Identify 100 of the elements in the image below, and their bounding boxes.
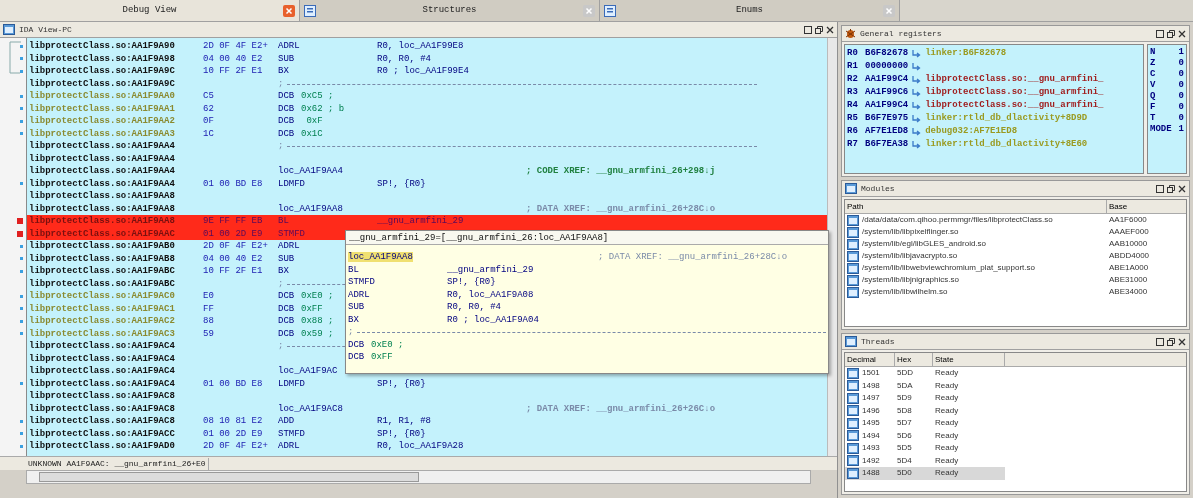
flag-name: T: [1150, 113, 1156, 124]
close-icon[interactable]: [1178, 184, 1186, 193]
mnemonic-text: ADRL: [278, 41, 300, 51]
vertical-scrollbar[interactable]: [827, 38, 837, 456]
mnemonic-text: STMFD: [348, 277, 375, 287]
address-text: libprotectClass.so:AA1F9AA4: [29, 153, 175, 164]
operand-text: 0x88 ;: [301, 315, 334, 328]
close-icon[interactable]: [826, 25, 834, 34]
thread-decimal: 1497: [862, 392, 880, 405]
tab[interactable]: Debug View: [0, 0, 300, 21]
jump-arrow-icon[interactable]: [912, 88, 922, 97]
address-text: libprotectClass.so:AA1F9ABC: [29, 266, 175, 276]
thread-row[interactable]: 1494 5D6 Ready: [845, 429, 1005, 442]
panel-title: Threads: [861, 335, 896, 348]
flag-name: Z: [1150, 58, 1156, 69]
address-text: libprotectClass.so:AA1F9AA8: [29, 216, 175, 226]
mnemonic-text: LDMFD: [278, 378, 305, 389]
register-value[interactable]: 00000000: [865, 59, 909, 74]
jump-arrow-icon[interactable]: [912, 49, 922, 58]
maximize-icon[interactable]: [1156, 29, 1164, 38]
restore-icon[interactable]: [1167, 184, 1175, 193]
tab[interactable]: Structures: [300, 0, 600, 21]
mnemonic-text: DCB: [278, 328, 295, 339]
thread-icon: [847, 442, 859, 454]
register-name: R6: [847, 124, 859, 138]
module-path[interactable]: /system/lib/libpixelflinger.so: [862, 226, 959, 238]
close-icon[interactable]: [1178, 29, 1186, 38]
mnemonic-text: BX: [278, 66, 289, 76]
breakpoint-marker[interactable]: [17, 218, 23, 225]
jump-arrow-icon[interactable]: [912, 75, 922, 84]
flag-name: MODE: [1150, 124, 1172, 135]
register-value[interactable]: AA1F99C6: [865, 85, 909, 100]
register-value[interactable]: AF7E1ED8: [865, 124, 909, 139]
thread-row[interactable]: 1488 5D0 Ready: [845, 467, 1005, 480]
thread-row[interactable]: 1495 5D7 Ready: [845, 417, 1005, 430]
register-value[interactable]: B6F7EA38: [865, 137, 909, 152]
register-name: R0: [847, 46, 859, 60]
address-text: libprotectClass.so:AA1F9AC3: [29, 328, 175, 339]
maximize-icon[interactable]: [1156, 337, 1164, 346]
register-value[interactable]: B6F82678: [865, 46, 909, 61]
mnemonic-text: STMFD: [278, 428, 305, 439]
thread-row[interactable]: 1493 5D5 Ready: [845, 442, 1005, 455]
bytes-text: 10 FF 2F E1: [203, 66, 263, 76]
operand-text: 0xC5 ;: [301, 90, 334, 103]
operand-text: __gnu_armfini_29: [447, 263, 534, 276]
thread-decimal: 1498: [862, 379, 880, 392]
thread-row[interactable]: 1496 5D8 Ready: [845, 404, 1005, 417]
breakpoint-marker[interactable]: [17, 230, 23, 237]
module-path[interactable]: /system/lib/libjavacrypto.so: [862, 250, 958, 262]
module-path[interactable]: /system/lib/libwebviewchromium_plat_support.so: [862, 262, 1035, 274]
jump-arrow-icon[interactable]: [912, 127, 922, 136]
register-value[interactable]: B6F7E975: [865, 111, 909, 126]
column-header[interactable]: Base: [1107, 200, 1186, 213]
mnemonic-text: BL: [348, 264, 359, 275]
close-icon[interactable]: [1178, 337, 1186, 346]
register-value[interactable]: AA1F99C4: [865, 98, 909, 113]
address-text: libprotectClass.so:AA1F9AAC: [29, 228, 175, 239]
operand-text: SP!, {R0}: [377, 177, 426, 190]
module-path[interactable]: /data/data/com.qihoo.permmgr/files/libprotectClass.so: [862, 214, 1053, 226]
bytes-text: C5: [203, 91, 214, 101]
module-path[interactable]: /system/lib/egl/libGLES_android.so: [862, 238, 987, 250]
address-text: libprotectClass.so:AA1F9AC4: [29, 353, 175, 364]
thread-row[interactable]: 1497 5D9 Ready: [845, 392, 1005, 405]
restore-icon[interactable]: [815, 25, 823, 34]
flag-value: 0: [1178, 91, 1184, 102]
jump-arrow-icon[interactable]: [912, 101, 922, 110]
module-path[interactable]: /system/lib/libwilhelm.so: [862, 286, 948, 298]
column-header[interactable]: Decimal: [845, 353, 895, 366]
separator-text: ;: [348, 326, 354, 339]
column-header[interactable]: Hex: [895, 353, 933, 366]
operand-text: __gnu_armfini_29: [377, 215, 464, 228]
register-value[interactable]: AA1F99C4: [865, 72, 909, 87]
bytes-text: 2D 0F 4F E2+: [203, 241, 268, 251]
thread-decimal: 1493: [862, 442, 880, 455]
maximize-icon[interactable]: [804, 25, 812, 34]
jump-arrow-icon[interactable]: [912, 62, 922, 71]
module-path[interactable]: /system/lib/libjnigraphics.so: [862, 274, 959, 286]
column-header[interactable]: State: [933, 353, 1005, 366]
address-text: libprotectClass.so:AA1F9AA8: [29, 191, 175, 201]
restore-icon[interactable]: [1167, 337, 1175, 346]
jump-arrow-icon[interactable]: [912, 140, 922, 149]
mnemonic-text: BX: [278, 266, 289, 276]
jump-arrow-icon[interactable]: [912, 114, 922, 123]
address-text: libprotectClass.so:AA1F9AA1: [29, 103, 175, 114]
flag-value: 1: [1178, 47, 1184, 58]
thread-row[interactable]: 1501 5DD Ready: [845, 367, 1005, 380]
restore-icon[interactable]: [1167, 29, 1175, 38]
thread-state: Ready: [934, 404, 960, 417]
column-header[interactable]: Path: [845, 200, 1107, 213]
address-text: libprotectClass.so:AA1F9AB0: [29, 241, 175, 251]
mnemonic-text: DCB: [278, 128, 295, 139]
thread-row[interactable]: 1492 5D4 Ready: [845, 454, 1005, 467]
operand-text: 0xE0 ;: [371, 338, 404, 351]
maximize-icon[interactable]: [1156, 184, 1164, 193]
thread-row[interactable]: 1498 5DA Ready: [845, 379, 1005, 392]
tab[interactable]: Enums: [600, 0, 900, 21]
mnemonic-text: DCB: [348, 339, 365, 350]
address-text: libprotectClass.so:AA1F9AA4: [29, 166, 175, 176]
thread-hex: 5D4: [896, 454, 913, 467]
horizontal-scrollbar[interactable]: [26, 470, 811, 484]
